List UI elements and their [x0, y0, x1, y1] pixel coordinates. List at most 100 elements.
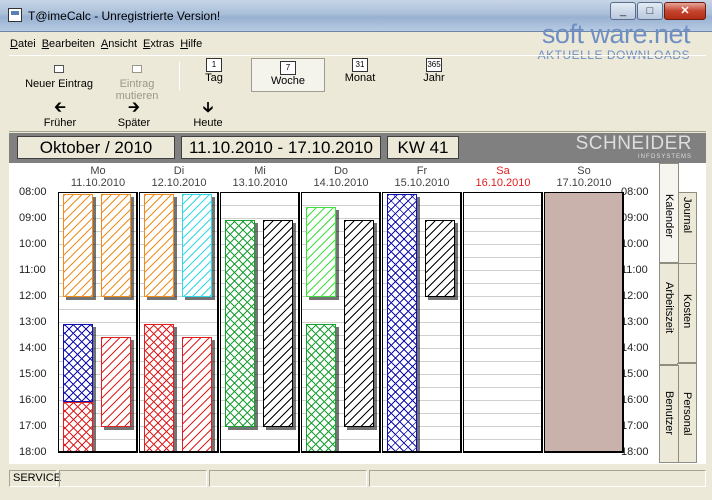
time-label: 09:00: [621, 212, 649, 224]
later-button[interactable]: 🡲 Später: [109, 100, 159, 129]
menu-label: nsicht: [108, 38, 138, 50]
time-label: 13:00: [19, 316, 47, 328]
calendar-entry[interactable]: [144, 194, 174, 297]
brand-logo: SCHNEIDER INFOSYSTEMS: [576, 134, 692, 161]
tab-label: Kosten: [681, 294, 693, 329]
tab-label: Personal: [681, 392, 693, 436]
earlier-label: Früher: [43, 117, 77, 129]
day-column-so[interactable]: [544, 192, 624, 453]
date-range-display[interactable]: 11.10.2010 - 17.10.2010: [181, 136, 381, 159]
menu-datei[interactable]: Datei: [10, 38, 36, 54]
time-label: 16:00: [621, 394, 649, 406]
day-name: Di: [173, 165, 185, 177]
day-column-do[interactable]: [301, 192, 381, 453]
calendar-entry[interactable]: [101, 194, 131, 297]
calendar-entry[interactable]: [225, 220, 255, 427]
day-header-mo[interactable]: Mo 11.10.2010: [58, 165, 138, 189]
day-column-sa[interactable]: [463, 192, 543, 453]
menu-bearbeiten[interactable]: Bearbeiten: [42, 38, 95, 54]
calendar-entry[interactable]: [344, 220, 374, 427]
day-date: 12.10.2010: [151, 177, 207, 189]
day-header-mi[interactable]: Mi 13.10.2010: [220, 165, 300, 189]
day-name: Mi: [254, 165, 266, 177]
new-entry-label: Neuer Eintrag: [25, 78, 93, 90]
time-label: 11:00: [19, 264, 46, 276]
menu-accel: B: [41, 38, 50, 50]
tab-benutzer[interactable]: Benutzer: [659, 365, 679, 463]
status-cell: [59, 470, 207, 487]
calendar-entry[interactable]: [182, 337, 212, 451]
calendar-entry[interactable]: [425, 220, 455, 297]
calendar-entry[interactable]: [63, 194, 93, 297]
day-column-mi[interactable]: [220, 192, 300, 453]
tab-arbeitszeit[interactable]: Arbeitszeit: [659, 263, 679, 365]
calendar-month-icon: 31: [352, 58, 368, 72]
time-label: 08:00: [621, 186, 649, 198]
calendar-week-display[interactable]: KW 41: [387, 136, 459, 159]
month-display[interactable]: Oktober / 2010: [17, 136, 175, 159]
week-view-button[interactable]: 7 Woche: [251, 58, 325, 92]
day-header-fr[interactable]: Fr 15.10.2010: [382, 165, 462, 189]
day-view-label: Tag: [205, 72, 223, 84]
menu-extras[interactable]: Extras: [143, 38, 174, 54]
tab-kalender[interactable]: Kalender: [659, 163, 679, 263]
calendar-entry[interactable]: [263, 220, 293, 427]
tab-label: Benutzer: [663, 391, 675, 436]
menu-ansicht[interactable]: Ansicht: [101, 38, 137, 54]
calendar-entry[interactable]: [306, 324, 336, 451]
month-view-button[interactable]: 31 Monat: [335, 58, 385, 92]
tab-personal[interactable]: Personal: [677, 363, 697, 463]
year-view-button[interactable]: 365 Jahr: [409, 58, 459, 92]
day-view-button[interactable]: 1 Tag: [189, 58, 239, 92]
date-bar: Oktober / 2010 11.10.2010 - 17.10.2010 K…: [9, 133, 706, 163]
time-label: 18:00: [621, 446, 649, 458]
tab-label: Journal: [681, 197, 693, 234]
calendar-year-icon: 365: [426, 58, 442, 72]
new-entry-button[interactable]: Neuer Eintrag: [21, 60, 97, 90]
edit-entry-button[interactable]: Eintrag mutieren: [97, 60, 177, 102]
calendar-entry[interactable]: [306, 207, 336, 297]
time-label: 15:00: [621, 368, 649, 380]
day-column-mo[interactable]: [58, 192, 138, 453]
menu-label: earbeiten: [49, 38, 95, 50]
calendar-entry[interactable]: [63, 402, 93, 451]
day-header-di[interactable]: Di 12.10.2010: [139, 165, 219, 189]
day-header-sa[interactable]: Sa 16.10.2010: [463, 165, 543, 189]
today-button[interactable]: 🡳 Heute: [183, 100, 233, 129]
toolbar-separator: [179, 62, 180, 90]
time-label: 10:00: [19, 238, 47, 250]
calendar-entry[interactable]: [182, 194, 212, 297]
calendar-week-icon: 7: [280, 61, 296, 75]
day-header-do[interactable]: Do 14.10.2010: [301, 165, 381, 189]
day-column-fr[interactable]: [382, 192, 462, 453]
time-label: 12:00: [621, 290, 649, 302]
time-label: 14:00: [19, 342, 47, 354]
time-label: 18:00: [19, 446, 47, 458]
calendar-day-icon: 1: [206, 58, 222, 72]
day-header-so[interactable]: So 17.10.2010: [544, 165, 624, 189]
day-column-di[interactable]: [139, 192, 219, 453]
day-date: 15.10.2010: [394, 177, 450, 189]
minimize-button[interactable]: _: [610, 2, 636, 20]
earlier-button[interactable]: 🡰 Früher: [35, 100, 85, 129]
tab-kosten[interactable]: Kosten: [677, 263, 697, 363]
maximize-button[interactable]: □: [637, 2, 663, 20]
tab-label: Arbeitszeit: [663, 282, 675, 334]
menu-hilfe[interactable]: Hilfe: [180, 38, 202, 54]
calendar-entry[interactable]: [63, 324, 93, 402]
close-button[interactable]: ✕: [664, 2, 706, 20]
menu-accel: H: [180, 38, 189, 50]
menu-label: atei: [17, 38, 36, 50]
app-icon: [8, 8, 22, 22]
calendar-entry[interactable]: [144, 324, 174, 451]
calendar-entry[interactable]: [387, 194, 417, 451]
calendar-entry[interactable]: [101, 337, 131, 427]
year-view-label: Jahr: [423, 72, 445, 84]
arrow-right-icon: 🡲: [127, 99, 141, 116]
day-name: Do: [333, 165, 349, 177]
today-label: Heute: [193, 117, 223, 129]
menu-label: xtras: [150, 38, 175, 50]
time-label: 11:00: [621, 264, 648, 276]
window-title: T@imeCalc - Unregistrierte Version!: [28, 9, 221, 23]
time-label: 13:00: [621, 316, 649, 328]
